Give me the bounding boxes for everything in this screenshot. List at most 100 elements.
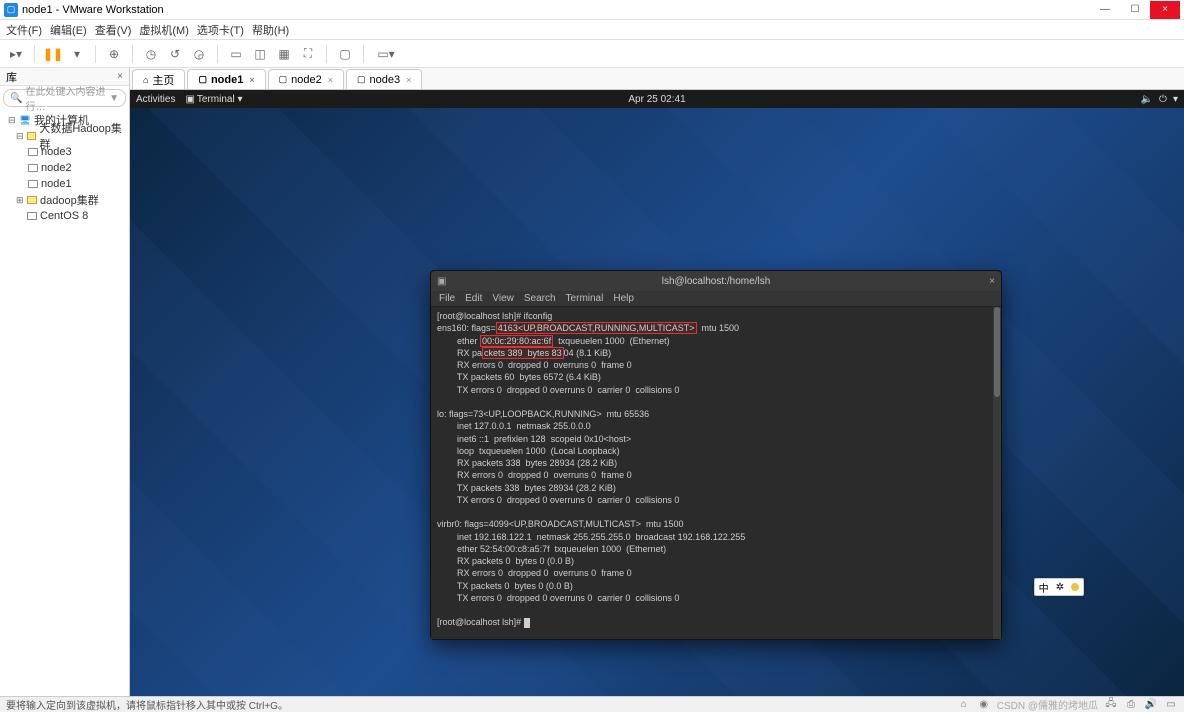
- gnome-clock[interactable]: Apr 25 02:41: [628, 94, 685, 105]
- menu-file[interactable]: 文件(F): [6, 22, 42, 38]
- terminal-window[interactable]: ▣ lsh@localhost:/home/lsh × File Edit Vi…: [430, 270, 1002, 640]
- menu-vm[interactable]: 虚拟机(M): [139, 22, 189, 38]
- terminal-icon: ▣: [437, 276, 446, 287]
- search-placeholder: 在此处键入内容进行…: [25, 83, 106, 113]
- library-header: 库: [6, 69, 17, 85]
- terminal-line: TX errors 0 dropped 0 overruns 0 carrier…: [437, 385, 679, 395]
- pause-dropdown[interactable]: ▾: [67, 44, 87, 64]
- tab-close-button[interactable]: ×: [249, 75, 254, 85]
- search-dropdown-icon[interactable]: ▼: [109, 93, 119, 104]
- ime-keyboard-icon[interactable]: ✲: [1056, 582, 1064, 593]
- tree-toggle-icon[interactable]: ⊟: [8, 115, 16, 126]
- scrollbar-thumb[interactable]: [994, 307, 1000, 397]
- tree-label: CentOS 8: [40, 210, 88, 222]
- menu-tabs[interactable]: 选项卡(T): [197, 22, 244, 38]
- pause-button[interactable]: ❚❚: [43, 44, 63, 64]
- gnome-activities[interactable]: Activities: [136, 94, 175, 105]
- terminal-line: inet6 ::1 prefixlen 128 scopeid 0x10<hos…: [437, 434, 631, 444]
- computer-icon: 🖥: [19, 114, 31, 126]
- vm-tree: ⊟ 🖥 我的计算机 ⊟ 大数据Hadoop集群 node3 node2 node…: [0, 110, 129, 226]
- term-menu-view[interactable]: View: [492, 293, 514, 304]
- term-menu-search[interactable]: Search: [524, 293, 556, 304]
- vm-icon: [28, 180, 38, 188]
- tab-close-button[interactable]: ×: [328, 75, 333, 85]
- home-icon: ⌂: [143, 75, 148, 85]
- tree-label: node2: [41, 162, 72, 174]
- window-close-button[interactable]: ×: [1150, 1, 1180, 19]
- tab-node2[interactable]: ▢ node2 ×: [268, 69, 344, 89]
- terminal-line: TX errors 0 dropped 0 overruns 0 carrier…: [437, 495, 679, 505]
- power-dropdown-button[interactable]: ▸▾: [6, 44, 26, 64]
- status-text: 要将输入定向到该虚拟机，请将鼠标指针移入其中或按 Ctrl+G。: [6, 697, 288, 712]
- tree-group-hadoop[interactable]: ⊟ 大数据Hadoop集群: [0, 128, 129, 144]
- library-close-button[interactable]: ×: [117, 71, 123, 82]
- ime-lang[interactable]: 中: [1039, 580, 1049, 595]
- tree-centos8[interactable]: CentOS 8: [0, 208, 129, 224]
- terminal-line: TX packets 338 bytes 28934 (28.2 KiB): [437, 483, 616, 493]
- terminal-scrollbar[interactable]: [993, 307, 1001, 639]
- system-menu-caret-icon[interactable]: ▾: [1173, 94, 1178, 105]
- console-view-button[interactable]: ▢: [335, 44, 355, 64]
- tab-home[interactable]: ⌂ 主页: [132, 69, 185, 89]
- unity-button[interactable]: ◫: [250, 44, 270, 64]
- terminal-line: RX packets 338 bytes 28934 (28.2 KiB): [437, 458, 617, 468]
- vm-console[interactable]: Activities ▣ Terminal ▾ Apr 25 02:41 🔈 ⏻…: [130, 90, 1184, 696]
- terminal-line: inet 192.168.122.1 netmask 255.255.255.0…: [437, 532, 745, 542]
- stretch-button[interactable]: ⛶: [298, 44, 318, 64]
- tab-node3[interactable]: ▢ node3 ×: [346, 69, 422, 89]
- snapshot-manager-button[interactable]: ◶: [189, 44, 209, 64]
- terminal-line: lo: flags=73<UP,LOOPBACK,RUNNING> mtu 65…: [437, 409, 649, 419]
- menu-edit[interactable]: 编辑(E): [50, 22, 87, 38]
- library-search-input[interactable]: 🔍 在此处键入内容进行… ▼: [3, 89, 126, 107]
- volume-icon[interactable]: 🔈: [1141, 94, 1153, 105]
- terminal-body[interactable]: [root@localhost lsh]# ifconfig ens160: f…: [431, 307, 1001, 639]
- terminal-highlight: 4163<UP,BROADCAST,RUNNING,MULTICAST>: [496, 322, 697, 334]
- term-menu-help[interactable]: Help: [613, 293, 634, 304]
- tab-node1[interactable]: ▢ node1 ×: [187, 69, 265, 89]
- tree-group-dadoop[interactable]: ⊞ dadoop集群: [0, 192, 129, 208]
- revert-snapshot-button[interactable]: ↺: [165, 44, 185, 64]
- power-icon[interactable]: ⏻: [1159, 94, 1167, 105]
- terminal-close-button[interactable]: ×: [989, 276, 995, 287]
- thumbnail-button[interactable]: ▦: [274, 44, 294, 64]
- terminal-titlebar[interactable]: ▣ lsh@localhost:/home/lsh ×: [431, 271, 1001, 291]
- terminal-menubar: File Edit View Search Terminal Help: [431, 291, 1001, 307]
- vm-icon: [27, 212, 37, 220]
- window-minimize-button[interactable]: —: [1090, 1, 1120, 19]
- tab-label: node1: [211, 74, 243, 86]
- terminal-line: inet 127.0.0.1 netmask 255.0.0.0: [437, 421, 591, 431]
- tree-node1[interactable]: node1: [0, 176, 129, 192]
- term-menu-edit[interactable]: Edit: [465, 293, 482, 304]
- terminal-line: TX packets 60 bytes 6572 (6.4 KiB): [437, 372, 601, 382]
- term-menu-file[interactable]: File: [439, 293, 455, 304]
- status-bar: 要将输入定向到该虚拟机，请将鼠标指针移入其中或按 Ctrl+G。 ⌂ ◉ CSD…: [0, 696, 1184, 712]
- vm-icon: ▢: [279, 74, 288, 85]
- terminal-line: 04 (8.1 KiB): [564, 348, 612, 358]
- window-maximize-button[interactable]: ☐: [1120, 1, 1150, 19]
- fullscreen-button[interactable]: ▭: [226, 44, 246, 64]
- terminal-line: RX errors 0 dropped 0 overruns 0 frame 0: [437, 470, 632, 480]
- tree-label: node1: [41, 178, 72, 190]
- ime-indicator[interactable]: 中 ✲: [1034, 578, 1084, 596]
- tab-bar: ⌂ 主页 ▢ node1 × ▢ node2 × ▢ node3 ×: [130, 68, 1184, 90]
- vm-icon: [28, 164, 38, 172]
- tab-label: 主页: [152, 72, 174, 88]
- send-ctrl-alt-del-button[interactable]: ⊕: [104, 44, 124, 64]
- term-menu-terminal[interactable]: Terminal: [566, 293, 604, 304]
- menu-help[interactable]: 帮助(H): [252, 22, 289, 38]
- terminal-highlight: 00:0c:29:80:ac:6f: [480, 335, 553, 347]
- tree-toggle-icon[interactable]: ⊟: [16, 131, 24, 142]
- ime-status-dot: [1071, 583, 1079, 591]
- tab-label: node3: [370, 74, 401, 86]
- vmware-icon: ▢: [4, 3, 18, 17]
- menu-view[interactable]: 查看(V): [95, 22, 132, 38]
- view-dropdown-button[interactable]: ▭▾: [372, 44, 400, 64]
- tree-node2[interactable]: node2: [0, 160, 129, 176]
- gnome-app-menu[interactable]: ▣ Terminal ▾: [185, 94, 242, 105]
- watermark-text: CSDN @儒雅的烤地瓜: [997, 697, 1098, 712]
- tab-close-button[interactable]: ×: [406, 75, 411, 85]
- terminal-line: ether: [437, 336, 480, 346]
- terminal-line: [root@localhost lsh]# ifconfig: [437, 311, 552, 321]
- tree-toggle-icon[interactable]: ⊞: [16, 195, 24, 206]
- snapshot-button[interactable]: ◷: [141, 44, 161, 64]
